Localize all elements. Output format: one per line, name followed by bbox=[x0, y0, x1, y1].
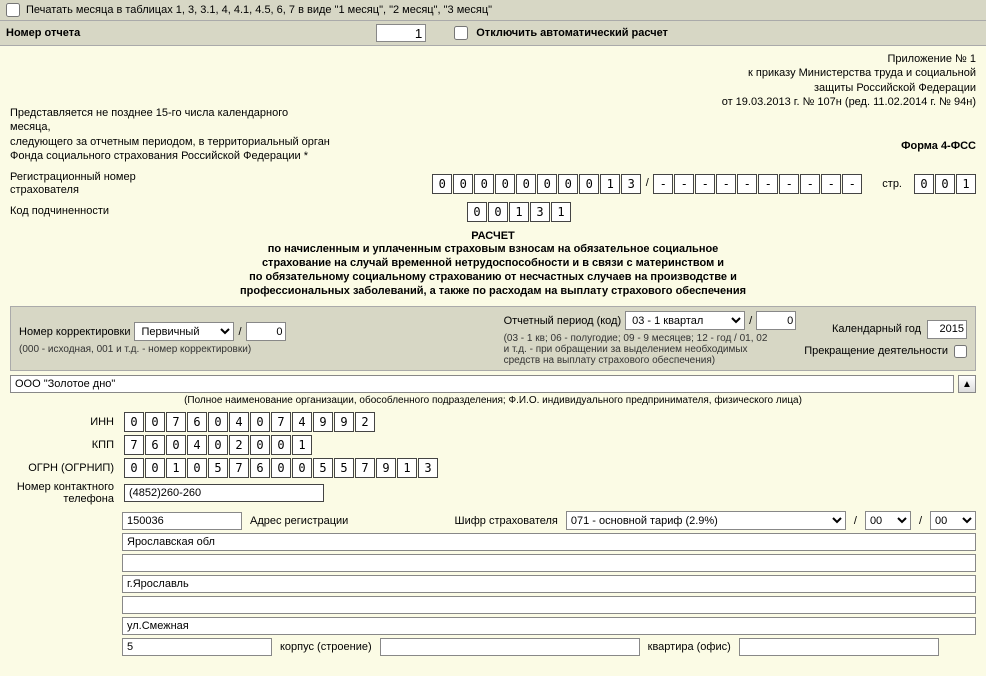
addr-index-label: Адрес регистрации bbox=[250, 515, 348, 527]
corr-type-select[interactable]: Первичный bbox=[134, 322, 234, 341]
print-months-label: Печатать месяца в таблицах 1, 3, 3.1, 4,… bbox=[26, 4, 492, 16]
inn-cells[interactable]: 007604074992 bbox=[124, 412, 375, 432]
addr-index-input[interactable] bbox=[122, 512, 242, 530]
cease-label: Прекращение деятельности bbox=[804, 345, 948, 357]
addr-apt-input[interactable] bbox=[739, 638, 939, 656]
disable-autocalc-checkbox[interactable] bbox=[454, 26, 468, 40]
phone-label: Номер контактного телефона bbox=[10, 481, 118, 505]
reg-no-label: Регистрационный номер страхователя bbox=[10, 171, 150, 197]
print-months-bar: Печатать месяца в таблицах 1, 3, 3.1, 4,… bbox=[0, 0, 986, 21]
ogrn-cells[interactable]: 001057600557913 bbox=[124, 458, 438, 478]
report-no-label: Номер отчета bbox=[6, 27, 80, 39]
appendix-note: Приложение № 1 к приказу Министерства тр… bbox=[722, 52, 976, 163]
addr-street-input[interactable] bbox=[122, 617, 976, 635]
addr-district-input[interactable] bbox=[122, 554, 976, 572]
submission-note: Представляется не позднее 15-го числа ка… bbox=[10, 106, 330, 163]
year-input[interactable] bbox=[927, 320, 967, 339]
tariff-label: Шифр страхователя bbox=[455, 515, 558, 527]
report-no-input[interactable] bbox=[376, 24, 426, 42]
addr-locality-input[interactable] bbox=[122, 596, 976, 614]
tariff-b-select[interactable]: 00 bbox=[930, 511, 976, 530]
period-hint: (03 - 1 кв; 06 - полугодие; 09 - 9 месяц… bbox=[504, 333, 797, 366]
org-dropdown-button[interactable]: ▲ bbox=[958, 375, 976, 393]
corr-no-label: Номер корректировки bbox=[19, 326, 130, 338]
period-select[interactable]: 03 - 1 квартал bbox=[625, 311, 745, 330]
tariff-select[interactable]: 071 - основной тариф (2.9%) bbox=[566, 511, 846, 530]
org-name-input[interactable] bbox=[10, 375, 954, 393]
corr-hint: (000 - исходная, 001 и т.д. - номер корр… bbox=[19, 344, 286, 355]
korpus-label: корпус (строение) bbox=[280, 641, 372, 653]
addr-city-input[interactable] bbox=[122, 575, 976, 593]
inn-label: ИНН bbox=[10, 416, 118, 428]
org-hint: (Полное наименование организации, обособ… bbox=[10, 395, 976, 406]
page-label: стр. bbox=[882, 178, 902, 190]
year-label: Календарный год bbox=[832, 323, 921, 335]
subord-label: Код подчиненности bbox=[10, 205, 150, 218]
title-block: РАСЧЕТ по начисленным и уплаченным страх… bbox=[50, 230, 936, 299]
period-label: Отчетный период (код) bbox=[504, 315, 622, 327]
kpp-label: КПП bbox=[10, 439, 118, 451]
addr-korpus-input[interactable] bbox=[380, 638, 640, 656]
cease-checkbox[interactable] bbox=[954, 345, 967, 358]
period-suffix-input[interactable] bbox=[756, 311, 796, 330]
corr-no-input[interactable] bbox=[246, 322, 286, 341]
control-bar: Номер корректировки Первичный / (000 - и… bbox=[10, 306, 976, 371]
phone-input[interactable] bbox=[124, 484, 324, 502]
print-months-checkbox[interactable] bbox=[6, 3, 20, 17]
addr-region-input[interactable] bbox=[122, 533, 976, 551]
page-cells[interactable]: 001 bbox=[914, 174, 976, 194]
disable-autocalc-label: Отключить автоматический расчет bbox=[476, 27, 668, 39]
ogrn-label: ОГРН (ОГРНИП) bbox=[10, 462, 118, 474]
addr-house-input[interactable] bbox=[122, 638, 272, 656]
apt-label: квартира (офис) bbox=[648, 641, 731, 653]
report-no-bar: Номер отчета Отключить автоматический ра… bbox=[0, 21, 986, 46]
kpp-cells[interactable]: 760402001 bbox=[124, 435, 312, 455]
reg-no-cells[interactable]: 0000000013/---------- bbox=[432, 174, 862, 194]
subord-cells[interactable]: 00131 bbox=[467, 202, 571, 222]
tariff-a-select[interactable]: 00 bbox=[865, 511, 911, 530]
